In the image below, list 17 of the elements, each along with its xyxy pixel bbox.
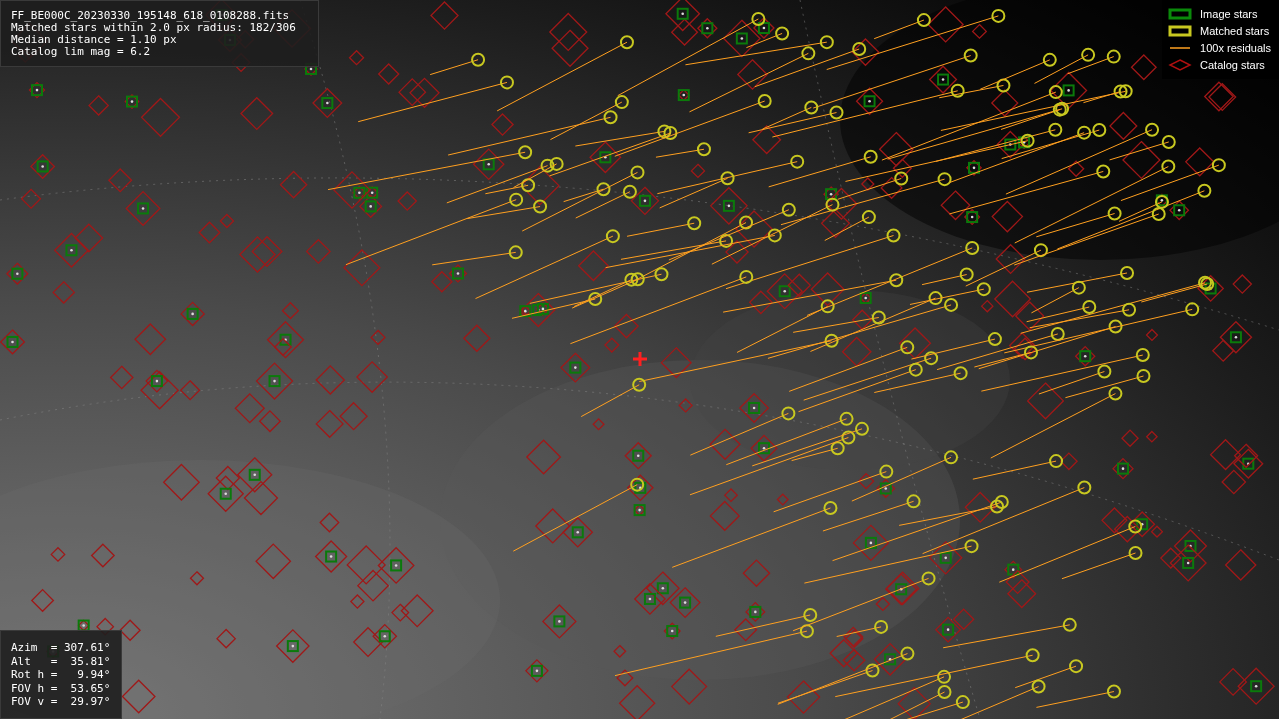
pointing-text: Rot h = 9.94° (11, 668, 112, 682)
square-icon (1168, 8, 1193, 20)
pointing-text: FOV h = 53.65° (11, 681, 112, 695)
info-text: Median distance = 1.10 px (11, 34, 178, 46)
legend-label: 100x residuals (1200, 41, 1271, 55)
pointing-text: FOV v = 29.97° (11, 695, 112, 709)
diamond-icon (1168, 59, 1193, 71)
pointing-text: Alt = 35.81° (11, 654, 112, 668)
info-text: FF_BE000C_20230330_195148_618_0108288.fits (11, 10, 291, 22)
info-text: Catalog lim mag = 6.2 (11, 46, 152, 58)
legend-label: Matched stars (1200, 24, 1270, 38)
square-icon (1168, 25, 1193, 37)
center-marker-icon (633, 352, 647, 366)
legend-label: Image stars (1200, 7, 1258, 21)
legend-label: Catalog stars (1200, 58, 1265, 72)
pointing-text: Azim = 307.61° (11, 641, 112, 655)
info-text: Matched stars within 2.0 px radius: 182/306 (11, 22, 297, 34)
